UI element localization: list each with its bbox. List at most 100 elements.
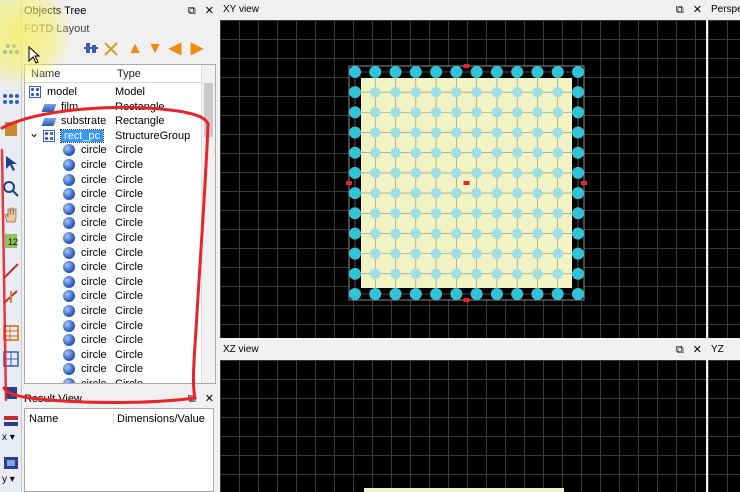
lattice-circle (532, 127, 543, 138)
float-panel-icon[interactable]: ⧉ (676, 344, 684, 356)
xz-grid-canvas[interactable] (220, 360, 706, 492)
tree-row[interactable]: circle Circle (25, 377, 201, 383)
close-panel-icon[interactable]: ✕ (205, 393, 214, 405)
perspective-canvas[interactable] (708, 20, 740, 338)
tree-row[interactable]: circle Circle (25, 362, 201, 377)
lattice-circle (410, 187, 422, 199)
xy-view[interactable]: XY view ⧉ ✕ (220, 0, 706, 338)
tree-row[interactable]: circle Circle (25, 187, 201, 202)
lattice-circle (511, 127, 523, 138)
perspective-view[interactable]: Perspe (708, 0, 740, 338)
draw-line-icon[interactable] (2, 288, 20, 306)
align-icon[interactable] (82, 40, 100, 58)
column-type[interactable]: Type (117, 68, 141, 80)
tree-row[interactable]: circle Circle (25, 202, 201, 217)
lattice-circle (532, 268, 543, 280)
pan-hand-icon[interactable] (2, 206, 20, 224)
lattice-circle (572, 146, 584, 159)
grid-icon[interactable] (2, 350, 20, 368)
array-tool-icon[interactable] (2, 92, 20, 110)
result-column-name[interactable]: Name (29, 413, 58, 425)
x-axis-selector[interactable]: x ▾ (2, 432, 20, 450)
tree-row[interactable]: circle Circle (25, 348, 201, 363)
float-panel-icon[interactable]: ⧉ (676, 4, 684, 16)
xy-view-title: XY view (223, 4, 259, 15)
lattice-circle (511, 208, 523, 219)
yz-view[interactable]: YZ view (708, 340, 740, 492)
measure-icon[interactable] (2, 262, 20, 280)
tree-scrollbar[interactable] (201, 65, 215, 383)
sphere-icon (63, 217, 75, 230)
move-left-icon[interactable]: ◀ (166, 40, 184, 58)
xy-grid-canvas[interactable] (220, 20, 706, 338)
tree-row[interactable]: model Model (25, 85, 201, 100)
ruler-icon[interactable]: 12 (2, 232, 20, 250)
close-panel-icon[interactable]: ✕ (693, 4, 702, 16)
move-down-icon[interactable]: ▼ (146, 40, 164, 58)
box-tool-icon[interactable] (2, 120, 20, 138)
film-icon[interactable] (2, 454, 20, 472)
zoom-icon[interactable] (2, 180, 20, 198)
lattice-circle (430, 208, 442, 219)
expand-chevron-icon[interactable]: ⌄ (29, 126, 39, 140)
tree-row-name: circle (81, 290, 107, 303)
tree-row-type: Circle (115, 334, 144, 347)
lattice-circle (471, 147, 482, 158)
lattice-circle (410, 107, 422, 118)
tree-row-type: Circle (115, 217, 144, 230)
float-panel-icon[interactable]: ⧉ (188, 5, 196, 17)
close-panel-icon[interactable]: ✕ (693, 344, 702, 356)
lattice-circle (349, 126, 361, 139)
distribute-icon[interactable] (102, 40, 120, 58)
lattice-circle (552, 167, 563, 179)
sphere-icon (63, 275, 75, 288)
select-arrow-icon[interactable] (2, 154, 20, 172)
sphere-icon (63, 232, 75, 244)
tree-row[interactable]: substrate Rectangle (25, 114, 201, 129)
layer-icon[interactable] (2, 384, 20, 402)
lattice-circle (511, 228, 523, 239)
yz-grid-canvas[interactable] (708, 360, 740, 492)
lattice-circle (430, 288, 443, 300)
tree-row[interactable]: circle Circle (25, 216, 201, 231)
objects-tree[interactable]: Name Type model Model film Rectangle substra… (24, 64, 216, 384)
tree-row[interactable]: circle Circle (25, 246, 201, 261)
lattice-tool-icon[interactable] (2, 40, 20, 58)
tree-row[interactable]: circle Circle (25, 304, 201, 319)
move-right-icon[interactable]: ▶ (188, 40, 206, 58)
tree-row[interactable]: circle Circle (25, 275, 201, 290)
objects-tree-title: Objects Tree (24, 5, 87, 17)
lattice-circle (349, 146, 361, 159)
photonic-crystal-drawing (346, 64, 587, 302)
tree-row[interactable]: circle Circle (25, 333, 201, 348)
tree-row[interactable]: circle Circle (25, 231, 201, 246)
table-icon[interactable] (2, 324, 20, 342)
close-panel-icon[interactable]: ✕ (205, 5, 214, 17)
y-axis-selector[interactable]: y ▾ (2, 474, 20, 492)
result-table[interactable]: Name Dimensions/Value (24, 408, 214, 492)
tree-row[interactable]: circle Circle (25, 173, 201, 188)
mouse-cursor-icon (28, 45, 41, 67)
result-column-value[interactable]: Dimensions/Value (113, 413, 205, 425)
tree-row[interactable]: circle Circle (25, 319, 201, 334)
result-view-panel: Result View ⧉ ✕ Name Dimensions/Value (22, 388, 218, 492)
tree-row[interactable]: circle Circle (25, 143, 201, 158)
float-panel-icon[interactable]: ⧉ (188, 393, 196, 405)
tree-row[interactable]: circle Circle (25, 260, 201, 275)
lattice-circle (532, 187, 543, 199)
tree-header: Name Type (25, 65, 215, 83)
column-name[interactable]: Name (31, 68, 60, 80)
tree-row-type: Circle (115, 363, 144, 376)
tree-row-type: Circle (115, 290, 144, 303)
lattice-circle (552, 107, 563, 118)
sphere-icon (63, 305, 75, 317)
xz-view[interactable]: XZ view ⧉ ✕ (220, 340, 706, 492)
tree-row[interactable]: circle Circle (25, 158, 201, 173)
scrollbar-thumb[interactable] (204, 83, 213, 137)
move-up-icon[interactable]: ▲ (126, 40, 144, 58)
tree-row[interactable]: circle Circle (25, 289, 201, 304)
tree-row-name: circle (81, 305, 107, 317)
tree-row[interactable]: film Rectangle (25, 100, 201, 115)
layer-stack-icon[interactable] (2, 412, 20, 430)
tree-row[interactable]: ⌄ rect_pc StructureGroup (25, 126, 201, 144)
